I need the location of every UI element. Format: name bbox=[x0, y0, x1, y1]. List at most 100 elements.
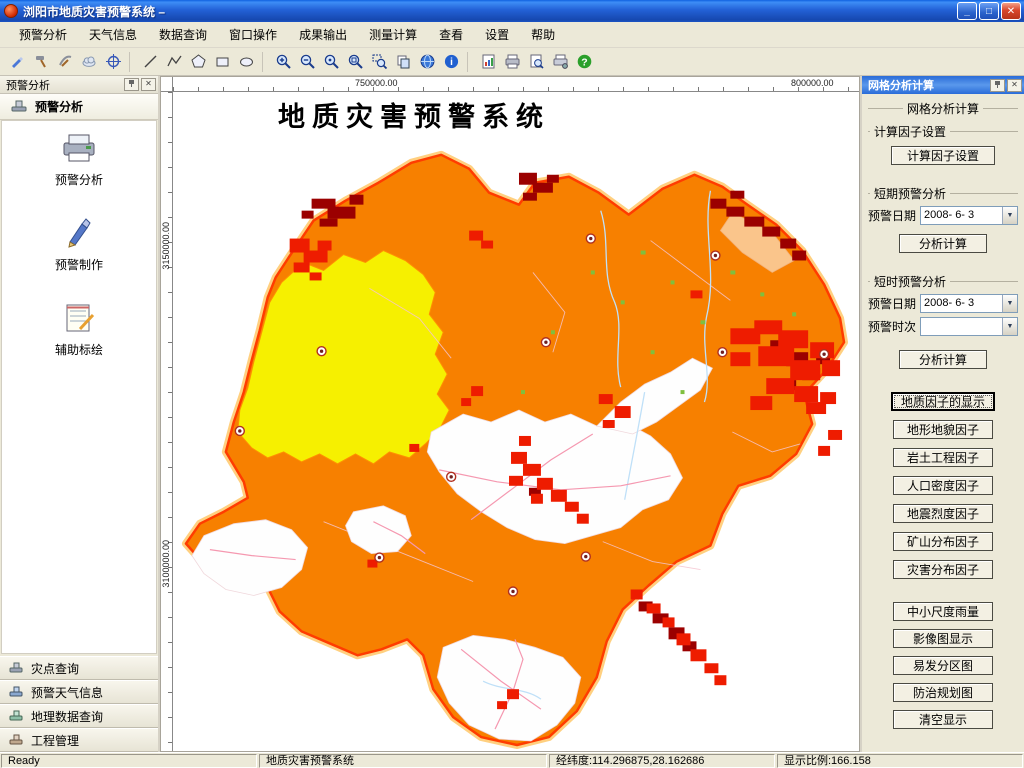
ellipse-tool-icon[interactable] bbox=[234, 50, 258, 73]
menu-help[interactable]: 帮助 bbox=[520, 22, 566, 47]
menu-warning-analysis[interactable]: 预警分析 bbox=[8, 22, 78, 47]
left-panel-section-header: 预警分析 bbox=[0, 94, 158, 120]
close-button[interactable]: ✕ bbox=[1001, 2, 1021, 20]
ruler-top-label: 750000.00 bbox=[355, 78, 398, 88]
short-time-date-value: 2008- 6- 3 bbox=[924, 297, 975, 309]
menu-window-ops[interactable]: 窗口操作 bbox=[218, 22, 288, 47]
menu-measure[interactable]: 测量计算 bbox=[358, 22, 428, 47]
short-term-date-combobox[interactable]: 2008- 6- 3 ▼ bbox=[920, 206, 1018, 225]
target-icon[interactable] bbox=[101, 50, 125, 73]
pin-icon[interactable] bbox=[990, 78, 1005, 92]
zoom-out-icon[interactable] bbox=[295, 50, 319, 73]
warning-time-combobox[interactable]: ▼ bbox=[920, 317, 1018, 336]
short-time-section-label: 短时预警分析 bbox=[868, 273, 1018, 290]
globe-icon[interactable] bbox=[415, 50, 439, 73]
zoom-extent-icon[interactable] bbox=[343, 50, 367, 73]
seismic-intensity-factor-button[interactable]: 地震烈度因子 bbox=[893, 504, 993, 523]
line-tool-icon[interactable] bbox=[138, 50, 162, 73]
help-icon[interactable]: ? bbox=[572, 50, 596, 73]
sidebar-item-project-management[interactable]: 工程管理 bbox=[0, 728, 158, 752]
sidebar-item-disaster-point-query[interactable]: 灾点查询 bbox=[0, 656, 158, 680]
tool-aux-plot[interactable]: 辅助标绘 bbox=[55, 301, 103, 358]
status-ready: Ready bbox=[1, 754, 257, 768]
menu-settings[interactable]: 设置 bbox=[474, 22, 520, 47]
stamp-icon bbox=[9, 661, 24, 676]
tool-label: 预警分析 bbox=[54, 173, 103, 187]
tool-warning-analysis[interactable]: 预警分析 bbox=[55, 131, 103, 188]
menu-output[interactable]: 成果输出 bbox=[288, 22, 358, 47]
pin-icon[interactable] bbox=[124, 78, 139, 91]
svg-text:i: i bbox=[450, 57, 453, 68]
maximize-button[interactable]: □ bbox=[979, 2, 999, 20]
sidebar-item-geo-data-query[interactable]: 地理数据查询 bbox=[0, 704, 158, 728]
pen-icon bbox=[60, 216, 98, 251]
short-time-date-combobox[interactable]: 2008- 6- 3 ▼ bbox=[920, 294, 1018, 313]
polygon-tool-icon[interactable] bbox=[186, 50, 210, 73]
left-panel-title: 预警分析 bbox=[6, 79, 50, 92]
polyline-tool-icon[interactable] bbox=[162, 50, 186, 73]
close-icon[interactable]: ✕ bbox=[141, 78, 156, 91]
print-preview-icon[interactable] bbox=[524, 50, 548, 73]
image-display-button[interactable]: 影像图显示 bbox=[893, 629, 993, 648]
zoom-in-icon[interactable] bbox=[271, 50, 295, 73]
chevron-down-icon[interactable]: ▼ bbox=[1002, 318, 1017, 335]
meso-scale-rainfall-button[interactable]: 中小尺度雨量 bbox=[893, 602, 993, 621]
menu-view[interactable]: 查看 bbox=[428, 22, 474, 47]
copy-layers-icon[interactable] bbox=[391, 50, 415, 73]
printer-3d-icon bbox=[60, 131, 98, 166]
window-title: 浏阳市地质灾害预警系统 – bbox=[23, 4, 166, 19]
select-edit-icon[interactable] bbox=[5, 50, 29, 73]
map-canvas[interactable]: 地质灾害预警系统 bbox=[174, 93, 859, 751]
info-icon[interactable]: i bbox=[439, 50, 463, 73]
short-time-analyze-button[interactable]: 分析计算 bbox=[899, 350, 987, 369]
stamp-icon bbox=[9, 685, 24, 700]
zoom-pan-icon[interactable] bbox=[319, 50, 343, 73]
close-icon[interactable]: ✕ bbox=[1007, 78, 1022, 92]
toolbar-separator bbox=[467, 51, 474, 72]
map-area: 750000.00 800000.00 3150000.00 3100000.0… bbox=[160, 76, 860, 752]
sidebar-item-warning-weather-info[interactable]: 预警天气信息 bbox=[0, 680, 158, 704]
tool-label: 辅助标绘 bbox=[54, 343, 103, 357]
calc-factor-settings-button[interactable]: 计算因子设置 bbox=[891, 146, 995, 165]
susceptibility-zone-button[interactable]: 易发分区图 bbox=[893, 656, 993, 675]
group-label: 网格分析计算 bbox=[868, 100, 1018, 117]
chevron-down-icon[interactable]: ▼ bbox=[1002, 295, 1017, 312]
zoom-window-icon[interactable] bbox=[367, 50, 391, 73]
prevention-plan-button[interactable]: 防治规划图 bbox=[893, 683, 993, 702]
hammer-icon[interactable] bbox=[29, 50, 53, 73]
status-bar: Ready 地质灾害预警系统 经纬度:114.296875,28.162686 … bbox=[0, 752, 1024, 768]
menu-bar: 预警分析 天气信息 数据查询 窗口操作 成果输出 测量计算 查看 设置 帮助 bbox=[0, 22, 1024, 48]
left-panel-tool-list: 预警分析 预警制作 辅助标绘 bbox=[1, 120, 157, 654]
print-setup-icon[interactable] bbox=[548, 50, 572, 73]
clear-display-button[interactable]: 清空显示 bbox=[893, 710, 993, 729]
print-icon[interactable] bbox=[500, 50, 524, 73]
population-density-factor-button[interactable]: 人口密度因子 bbox=[893, 476, 993, 495]
sidebar-item-label: 灾点查询 bbox=[31, 661, 80, 676]
rock-soil-factor-button[interactable]: 岩土工程因子 bbox=[893, 448, 993, 467]
notepad-icon bbox=[60, 301, 98, 336]
mine-distribution-factor-button[interactable]: 矿山分布因子 bbox=[893, 532, 993, 551]
pick-icon[interactable] bbox=[53, 50, 77, 73]
menu-weather-info[interactable]: 天气信息 bbox=[78, 22, 148, 47]
minimize-button[interactable]: _ bbox=[957, 2, 977, 20]
calc-factor-section-label: 计算因子设置 bbox=[868, 123, 1018, 140]
tool-label: 预警制作 bbox=[54, 258, 103, 272]
status-scale: 显示比例:166.158 bbox=[777, 754, 1023, 768]
short-term-analyze-button[interactable]: 分析计算 bbox=[899, 234, 987, 253]
geology-factor-display-button[interactable]: 地质因子的显示 bbox=[891, 392, 995, 411]
status-doc-title: 地质灾害预警系统 bbox=[259, 754, 547, 768]
ruler-left-label: 3100000.00 bbox=[161, 540, 171, 588]
right-panel-title: 网格分析计算 bbox=[868, 80, 934, 92]
short-term-section-label: 短期预警分析 bbox=[868, 185, 1018, 202]
menu-data-query[interactable]: 数据查询 bbox=[148, 22, 218, 47]
right-panel-grid-analysis: 网格分析计算 ✕ 网格分析计算 计算因子设置 计算因子设置 短期预警分析 预警日… bbox=[860, 76, 1024, 752]
tool-warning-make[interactable]: 预警制作 bbox=[55, 216, 103, 273]
short-time-date-row: 预警日期 2008- 6- 3 ▼ bbox=[868, 294, 1018, 313]
chevron-down-icon[interactable]: ▼ bbox=[1002, 207, 1017, 224]
report-icon[interactable] bbox=[476, 50, 500, 73]
left-panel-sections: 灾点查询 预警天气信息 地理数据查询 工程管理 bbox=[0, 656, 158, 752]
rectangle-tool-icon[interactable] bbox=[210, 50, 234, 73]
disaster-distribution-factor-button[interactable]: 灾害分布因子 bbox=[893, 560, 993, 579]
cloud-icon[interactable] bbox=[77, 50, 101, 73]
terrain-factor-button[interactable]: 地形地貌因子 bbox=[893, 420, 993, 439]
